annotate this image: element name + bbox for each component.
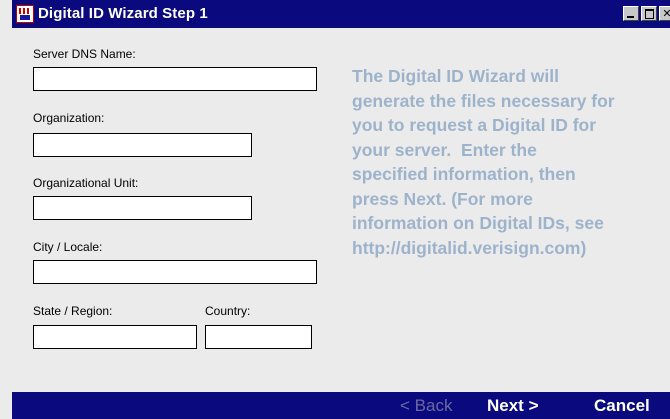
organizational-unit-field[interactable]: [33, 196, 252, 220]
organization-label: Organization:: [33, 111, 105, 125]
server-dns-name-label: Server DNS Name:: [33, 47, 136, 61]
city-locale-field[interactable]: [33, 260, 317, 284]
window-title: Digital ID Wizard Step 1: [38, 5, 208, 22]
organization-field[interactable]: [33, 133, 252, 157]
country-field[interactable]: [205, 325, 312, 349]
country-label: Country:: [205, 304, 251, 318]
city-locale-label: City / Locale:: [33, 240, 103, 254]
instructions-line: The Digital ID Wizard will: [352, 66, 559, 86]
instructions-line: your server. Enter the: [352, 139, 537, 160]
server-dns-name-field[interactable]: [33, 67, 317, 91]
title-bar[interactable]: Digital ID Wizard Step 1 ✕: [12, 0, 670, 28]
wizard-nav-bar: < Back Next > Cancel: [12, 392, 670, 419]
instructions-line: generate the files necessary for: [352, 90, 615, 111]
instructions-line: http://digitalid.verisign.com): [352, 237, 587, 258]
wizard-window: Digital ID Wizard Step 1 ✕ Server DNS Na…: [0, 0, 670, 419]
next-button[interactable]: Next >: [487, 396, 539, 416]
instructions-line: press Next. (For more: [352, 188, 533, 209]
maximize-icon[interactable]: [641, 6, 657, 21]
cancel-button[interactable]: Cancel: [594, 396, 650, 416]
instructions-text: The Digital ID Wizard will generate the …: [352, 64, 670, 260]
instructions-line: specified information, then: [352, 164, 576, 184]
instructions-line: information on Digital IDs, see: [352, 213, 604, 233]
certificate-app-icon[interactable]: [16, 5, 34, 23]
close-icon[interactable]: ✕: [659, 6, 670, 21]
instructions-line: you to request a Digital ID for: [352, 115, 597, 135]
back-button[interactable]: < Back: [400, 396, 452, 416]
organizational-unit-label: Organizational Unit:: [33, 176, 139, 190]
state-region-field[interactable]: [33, 325, 197, 349]
minimize-icon[interactable]: [623, 6, 639, 21]
state-region-label: State / Region:: [33, 304, 113, 318]
